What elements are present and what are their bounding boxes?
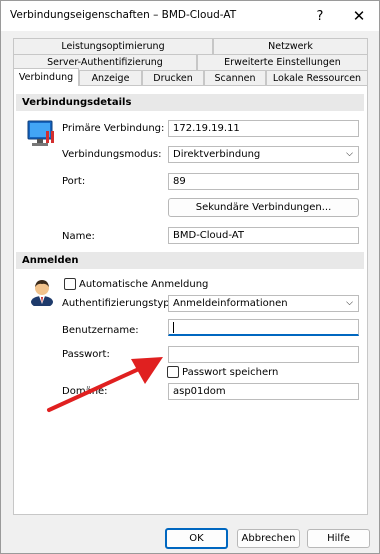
name-label: Name: (62, 231, 95, 242)
window-title: Verbindungseigenschaften – BMD-Cloud-AT (10, 9, 237, 21)
close-button[interactable]: ✕ (344, 3, 374, 29)
tab-verbindung[interactable]: Verbindung (13, 68, 79, 86)
connection-mode-select[interactable]: Direktverbindung ⌵ (168, 146, 359, 163)
primary-connection-label: Primäre Verbindung: (62, 123, 165, 134)
text-caret (173, 321, 174, 333)
connection-mode-value: Direktverbindung (173, 149, 261, 160)
auto-login-label: Automatische Anmeldung (79, 279, 209, 290)
chevron-down-icon: ⌵ (346, 298, 353, 308)
auth-type-value: Anmeldeinformationen (173, 298, 288, 309)
section-verbindungsdetails: Verbindungsdetails (16, 94, 364, 111)
tab-scannen[interactable]: Scannen (204, 70, 266, 86)
red-arrow-annotation (47, 357, 163, 412)
tab-drucken[interactable]: Drucken (142, 70, 204, 86)
auth-type-label: Authentifizierungstyp: (62, 298, 174, 309)
port-field[interactable]: 89 (168, 173, 359, 190)
ok-button[interactable]: OK (165, 528, 228, 549)
tab-erweiterte-einstellungen[interactable]: Erweiterte Einstellungen (197, 54, 368, 70)
help-title-button[interactable]: ? (305, 3, 335, 29)
user-icon (31, 280, 53, 306)
cancel-button[interactable]: Abbrechen (237, 529, 300, 548)
auth-type-select[interactable]: Anmeldeinformationen ⌵ (168, 295, 359, 312)
primary-connection-field[interactable]: 172.19.19.11 (168, 120, 359, 137)
port-label: Port: (62, 176, 86, 187)
tab-lokale-ressourcen[interactable]: Lokale Ressourcen (266, 70, 368, 86)
secondary-connections-button[interactable]: Sekundäre Verbindungen... (168, 198, 359, 217)
name-field[interactable]: BMD-Cloud-AT (168, 227, 359, 244)
password-field[interactable] (168, 346, 359, 363)
username-field[interactable] (168, 319, 359, 336)
tab-netzwerk[interactable]: Netzwerk (213, 38, 368, 54)
title-bar: Verbindungseigenschaften – BMD-Cloud-AT … (1, 1, 379, 31)
chevron-down-icon: ⌵ (346, 149, 353, 159)
save-password-label: Passwort speichern (182, 367, 279, 378)
section-anmelden: Anmelden (16, 252, 364, 269)
auto-login-checkbox[interactable] (64, 278, 76, 290)
connection-mode-label: Verbindungsmodus: (62, 149, 162, 160)
domain-field[interactable]: asp01dom (168, 383, 359, 400)
dialog-window: Verbindungseigenschaften – BMD-Cloud-AT … (0, 0, 380, 554)
tab-leistungsoptimierung[interactable]: Leistungsoptimierung (13, 38, 213, 54)
help-button[interactable]: Hilfe (307, 529, 370, 548)
username-label: Benutzername: (62, 325, 139, 336)
computer-icon (27, 120, 54, 146)
tab-anzeige[interactable]: Anzeige (79, 70, 142, 86)
